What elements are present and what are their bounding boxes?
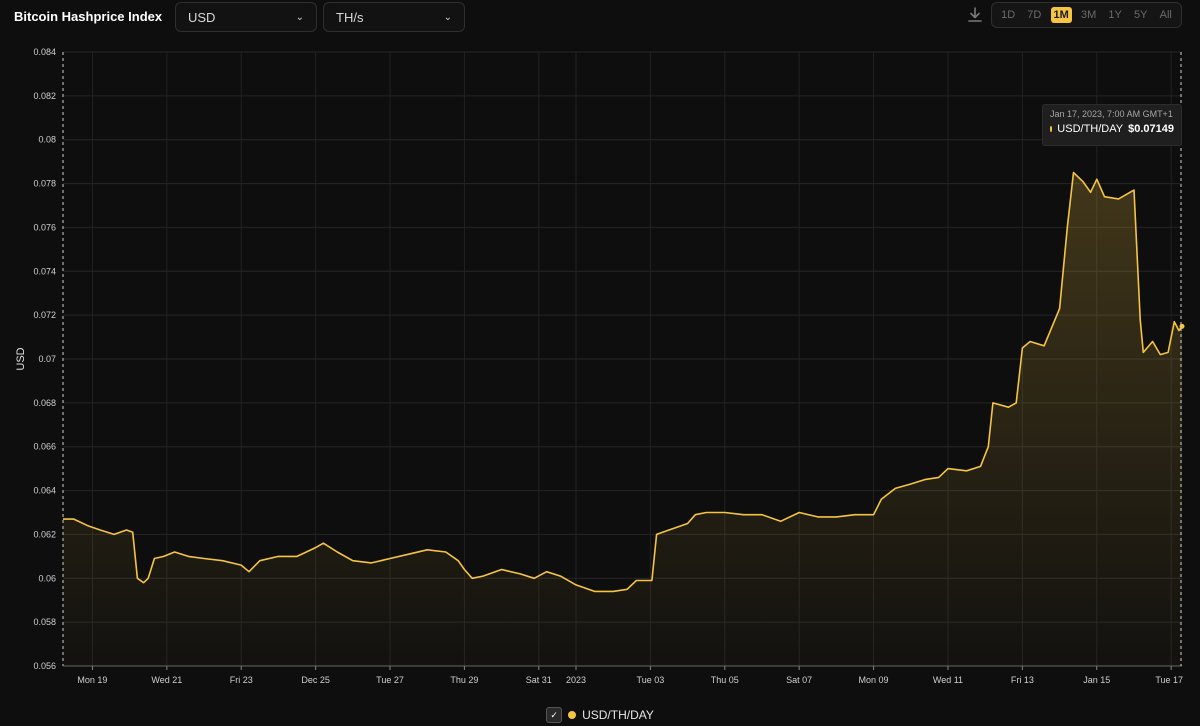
x-tick-label: Tue 27 [376,675,404,685]
series-area [63,172,1182,666]
hashprice-chart: 0.056 0.058 0.06 0.062 0.064 0.066 0.068 0.07 0.… [15,47,1185,685]
x-tick-label: Fri 23 [230,675,253,685]
tooltip-series: USD/TH/DAY [1057,123,1124,135]
x-tick-label: Sat 31 [526,675,552,685]
x-tick-label: Dec 25 [301,675,330,685]
legend-checkbox[interactable]: ✓ [546,707,563,723]
x-tick-label: Wed 21 [151,675,182,685]
x-tick-label: Tue 03 [637,675,665,685]
x-tick-label: Wed 11 [933,675,963,685]
x-tick-label: Tue 17 [1155,675,1183,685]
y-tick-label: 0.056 [33,661,56,671]
y-tick-label: 0.076 [33,222,56,232]
y-tick-label: 0.082 [33,91,56,101]
y-tick-label: 0.072 [33,310,56,320]
y-tick-label: 0.084 [33,47,56,57]
legend-label: USD/TH/DAY [582,708,654,722]
y-tick-label: 0.068 [33,398,56,408]
chart-tooltip: Jan 17, 2023, 7:00 AM GMT+1 USD/TH/DAY $… [1042,104,1182,146]
hover-point [1179,323,1185,329]
y-tick-label: 0.066 [33,442,56,452]
x-tick-label: Fri 13 [1011,675,1034,685]
tooltip-value: $0.07149 [1128,123,1174,135]
y-tick-label: 0.058 [33,617,56,627]
y-tick-label: 0.08 [38,135,56,145]
y-tick-label: 0.062 [33,529,56,539]
tooltip-date: Jan 17, 2023, 7:00 AM GMT+1 [1050,109,1173,119]
y-tick-label: 0.07 [38,354,56,364]
y-tick-label: 0.06 [38,573,56,583]
y-tick-label: 0.078 [33,179,56,189]
y-tick-label: 0.064 [33,486,56,496]
x-tick-label: Thu 29 [450,675,478,685]
y-axis-label: USD [15,347,27,370]
x-tick-label: 2023 [566,675,586,685]
tooltip-row: USD/TH/DAY $0.07149 [1050,123,1174,135]
x-tick-label: Jan 15 [1083,675,1110,685]
x-tick-label: Mon 19 [77,675,107,685]
legend-dot-icon [568,711,577,719]
y-tick-label: 0.074 [33,266,56,276]
x-tick-label: Thu 05 [711,675,739,685]
chart-legend: ✓ USD/TH/DAY [0,707,1200,723]
series-dot-icon [1050,126,1053,132]
x-tick-label: Sat 07 [786,675,812,685]
x-tick-label: Mon 09 [859,675,889,685]
